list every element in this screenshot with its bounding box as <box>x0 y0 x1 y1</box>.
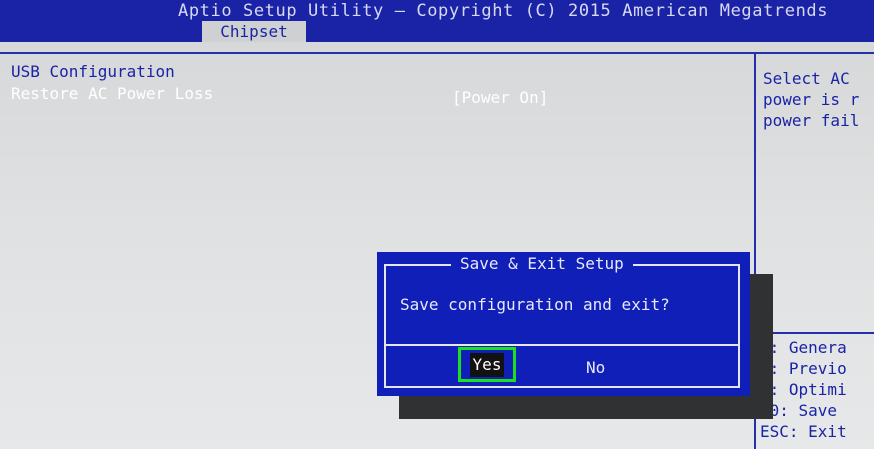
key-legend-item: ESC: Exit <box>760 422 847 441</box>
tab-chipset[interactable]: Chipset <box>202 21 306 42</box>
menu-item-usb-configuration[interactable]: USB Configuration <box>11 62 175 81</box>
key-legend: 1: Genera 2: Previo 9: Optimi 10: Save ESC: … <box>760 337 874 442</box>
dialog-divider <box>384 344 740 346</box>
help-description: Select AC power is r power fail <box>763 68 874 131</box>
dialog-frame <box>384 264 740 388</box>
app-title: Aptio Setup Utility – Copyright (C) 2015… <box>178 1 829 21</box>
restore-ac-power-loss-value[interactable]: [Power On] <box>452 88 548 107</box>
dialog-message: Save configuration and exit? <box>400 295 670 314</box>
no-button[interactable]: No <box>586 358 605 377</box>
yes-button[interactable]: Yes <box>469 352 505 377</box>
header-bar: Aptio Setup Utility – Copyright (C) 2015… <box>0 0 874 42</box>
header-separator <box>0 52 874 54</box>
key-legend-item: 2: Previo <box>760 359 847 378</box>
dialog-title: Save & Exit Setup <box>451 254 633 273</box>
key-legend-item: 9: Optimi <box>760 380 847 399</box>
help-line: power is r <box>763 90 860 109</box>
yes-button-focus-ring[interactable]: Yes <box>458 347 516 382</box>
menu-item-restore-ac-power-loss[interactable]: Restore AC Power Loss <box>11 84 213 103</box>
help-line: power fail <box>763 111 860 130</box>
key-legend-separator <box>756 332 874 334</box>
save-exit-dialog: Save & Exit Setup Save configuration and… <box>377 252 750 396</box>
help-line: Select AC <box>763 69 850 88</box>
key-legend-item: 1: Genera <box>760 338 847 357</box>
key-legend-item: 10: Save <box>760 401 838 420</box>
